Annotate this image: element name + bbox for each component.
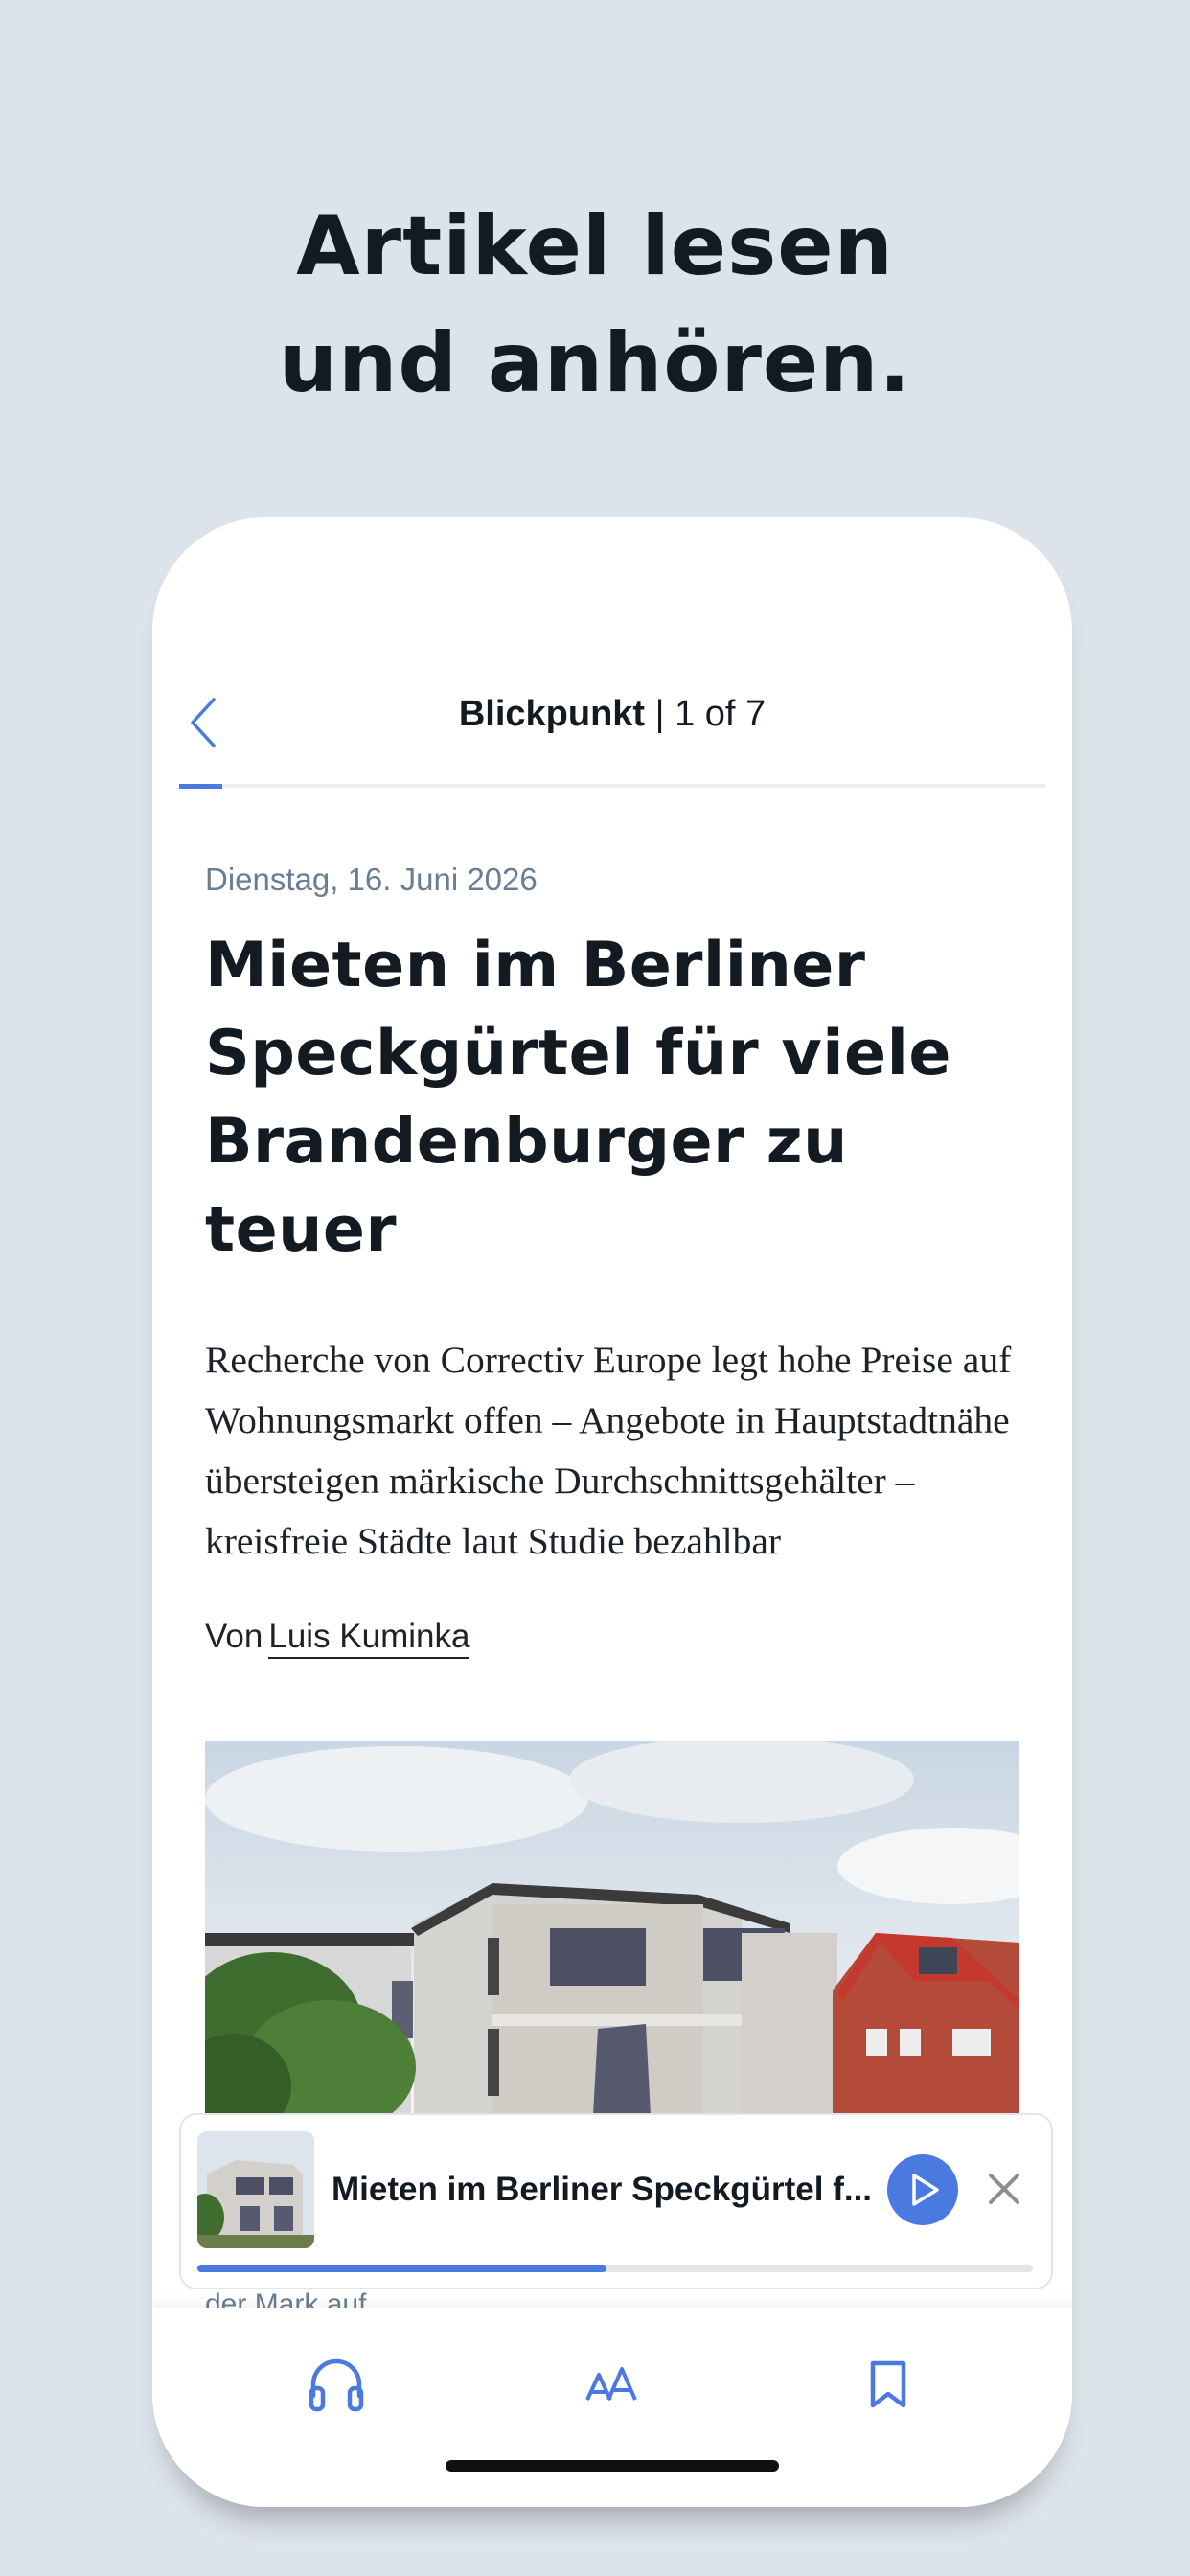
close-icon (989, 2174, 1019, 2204)
headphones-icon (309, 2358, 364, 2412)
article-byline: Von Luis Kuminka (205, 1616, 1019, 1659)
text-size-button[interactable] (574, 2346, 651, 2423)
article-progress-track (179, 784, 1045, 788)
player-progress-fill (197, 2265, 606, 2272)
article-title: Mieten im Berliner Speckgürtel für viele… (205, 930, 951, 1266)
bookmark-icon (870, 2360, 906, 2408)
player-title: Mieten im Berliner Speckgürtel f... (332, 2171, 873, 2208)
promo-headline-line2: und anhören. (278, 315, 912, 411)
bookmark-button[interactable] (850, 2346, 927, 2423)
mini-audio-player[interactable]: Mieten im Berliner Speckgürtel f... (179, 2113, 1053, 2289)
nav-section-name: Blickpunkt (458, 694, 646, 734)
promo-headline-line1: Artikel lesen (296, 198, 894, 294)
nav-title: Blickpunkt | 1 of 7 (152, 680, 1072, 748)
text-size-icon (585, 2367, 637, 2401)
author-link[interactable]: Luis Kuminka (268, 1618, 470, 1659)
play-icon (912, 2174, 939, 2206)
phone-frame: Blickpunkt | 1 of 7 Dienstag, 16. Juni 2… (152, 518, 1072, 2507)
article-nav-bar: Blickpunkt | 1 of 7 (152, 680, 1072, 757)
nav-article-position: | 1 of 7 (654, 694, 767, 734)
bottom-toolbar (152, 2308, 1072, 2507)
player-thumbnail (197, 2131, 314, 2248)
play-button[interactable] (887, 2154, 958, 2225)
article-lead: Recherche von Correctiv Europe legt hohe… (205, 1339, 1012, 1562)
byline-prefix: Von (205, 1618, 263, 1655)
article-progress-fill (179, 784, 222, 789)
article-photo (205, 1741, 1019, 2115)
player-close-button[interactable] (983, 2168, 1025, 2210)
article-date: Dienstag, 16. Juni 2026 (205, 862, 538, 897)
promo-headline: Artikel lesen und anhören. (0, 188, 1190, 422)
home-indicator (446, 2460, 779, 2472)
article-content: Dienstag, 16. Juni 2026 Mieten im Berlin… (205, 861, 1019, 1659)
listen-button[interactable] (298, 2346, 375, 2423)
